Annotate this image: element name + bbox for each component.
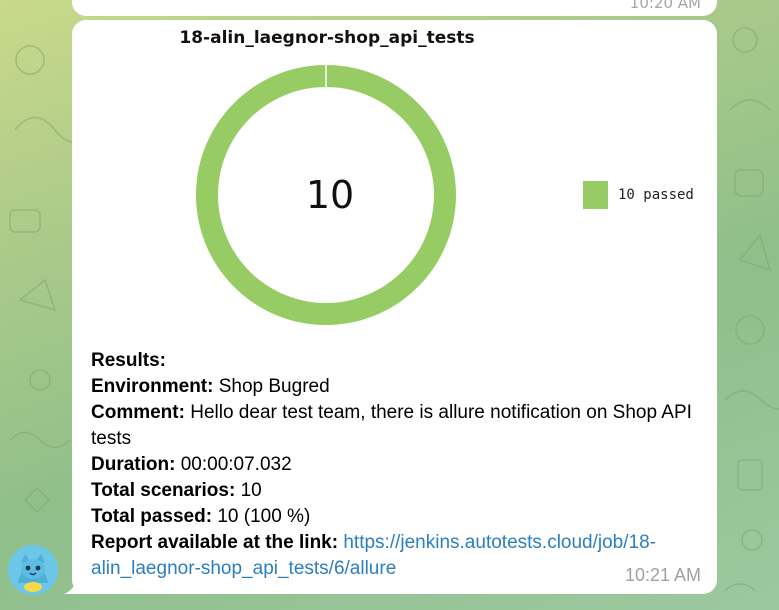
allure-chart[interactable]: 18-alin_laegnor-shop_api_tests 10 10 pas… [72,20,717,350]
total-passed-value: 10 (100 %) [212,506,311,527]
cat-avatar-icon[interactable] [8,545,58,595]
legend-swatch-passed [583,181,608,209]
avatar-graphic [8,545,58,595]
report-line: Report available at the link: https://je… [91,530,701,582]
total-scenarios-line: Total scenarios: 10 [91,478,701,504]
total-passed-label: Total passed: [91,506,213,527]
message-text: Results: Environment: Shop Bugred Commen… [91,348,701,582]
environment-label: Environment: [91,376,214,397]
results-label: Results: [91,350,166,371]
comment-line: Comment: Hello dear test team, there is … [91,400,701,452]
environment-value: Shop Bugred [213,376,330,397]
previous-message-bubble: 10:20 AM [72,0,717,16]
results-line: Results: [91,348,701,374]
message-bubble: 18-alin_laegnor-shop_api_tests 10 10 pas… [72,20,717,594]
duration-label: Duration: [91,454,176,475]
environment-line: Environment: Shop Bugred [91,374,701,400]
chart-center-value: 10 [305,173,355,217]
previous-message-time: 10:20 AM [629,0,701,12]
chart-legend: 10 passed [583,181,694,209]
legend-label-passed: 10 passed [618,187,694,203]
duration-value: 00:00:07.032 [175,454,292,475]
total-scenarios-value: 10 [235,480,262,501]
message-time: 10:21 AM [624,565,701,585]
total-passed-line: Total passed: 10 (100 %) [91,504,701,530]
report-label: Report available at the link: [91,532,339,553]
duration-line: Duration: 00:00:07.032 [91,452,701,478]
total-scenarios-label: Total scenarios: [91,480,236,501]
comment-label: Comment: [91,402,185,423]
